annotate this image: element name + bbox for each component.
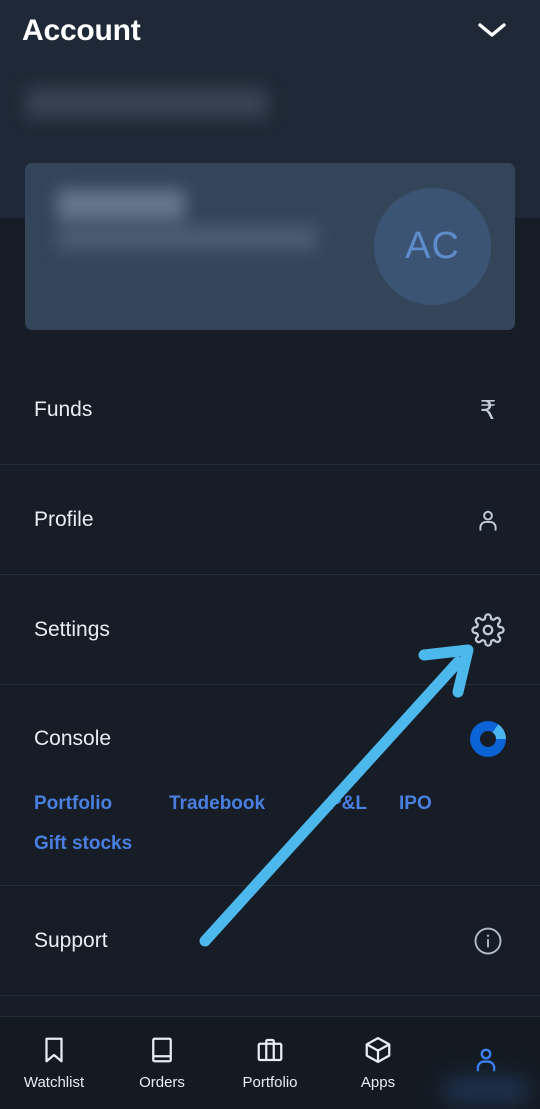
nav-item-watchlist[interactable]: Watchlist: [0, 1017, 108, 1109]
menu-list: Funds ₹ Profile Settings Console Portfol…: [0, 355, 540, 996]
sublink-gift-stocks[interactable]: Gift stocks: [34, 833, 506, 855]
nav-item-orders[interactable]: Orders: [108, 1017, 216, 1109]
donut-shape: [470, 721, 506, 757]
sublink-ipo[interactable]: IPO: [399, 793, 459, 815]
redacted-nav-label: [444, 1077, 528, 1103]
menu-item-label: Funds: [34, 397, 93, 421]
nav-item-label: Portfolio: [242, 1074, 298, 1091]
avatar: AC: [374, 188, 491, 305]
account-screen: Account AC Funds ₹ Profile Settings Cons…: [0, 0, 540, 1109]
rupee-glyph: ₹: [479, 394, 497, 425]
redacted-username: [26, 88, 268, 118]
sublink-tradebook[interactable]: Tradebook: [169, 793, 329, 815]
nav-item-label: Apps: [360, 1074, 396, 1091]
menu-item-settings[interactable]: Settings: [0, 575, 540, 685]
chevron-down-icon[interactable]: [470, 12, 514, 48]
header: Account: [0, 0, 540, 62]
book-icon: [152, 1037, 172, 1063]
console-donut-icon: [470, 721, 506, 757]
menu-item-console[interactable]: Console Portfolio Tradebook P&L IPO Gift…: [0, 685, 540, 886]
menu-item-support[interactable]: Support: [0, 886, 540, 996]
menu-item-profile[interactable]: Profile: [0, 465, 540, 575]
nav-item-label: Watchlist: [23, 1074, 85, 1091]
page-title: Account: [22, 14, 141, 47]
rupee-icon: ₹: [470, 392, 506, 428]
person-icon: [470, 502, 506, 538]
nav-item-portfolio[interactable]: Portfolio: [216, 1017, 324, 1109]
redacted-profile-subtitle: [57, 227, 317, 249]
menu-item-label: Console: [34, 727, 112, 750]
menu-item-label: Settings: [34, 617, 110, 641]
profile-card[interactable]: AC: [25, 163, 515, 330]
menu-item-funds[interactable]: Funds ₹: [0, 355, 540, 465]
nav-item-apps[interactable]: Apps: [324, 1017, 432, 1109]
sublink-portfolio[interactable]: Portfolio: [34, 793, 169, 815]
info-circle-icon: [470, 923, 506, 959]
menu-item-label: Profile: [34, 507, 94, 531]
briefcase-icon: [257, 1038, 283, 1062]
menu-item-label: Support: [34, 928, 108, 952]
bottom-navigation: Watchlist Orders Portfolio Apps: [0, 1016, 540, 1109]
redacted-profile-name: [57, 189, 185, 221]
console-sublinks: Portfolio Tradebook P&L IPO Gift stocks: [34, 793, 506, 885]
nav-item-account[interactable]: [432, 1017, 540, 1109]
cube-icon: [365, 1037, 391, 1063]
sublink-pl[interactable]: P&L: [329, 793, 399, 815]
bookmark-icon: [45, 1037, 63, 1063]
gear-icon: [470, 612, 506, 648]
person-icon: [476, 1048, 496, 1071]
nav-item-label: Orders: [139, 1074, 185, 1091]
